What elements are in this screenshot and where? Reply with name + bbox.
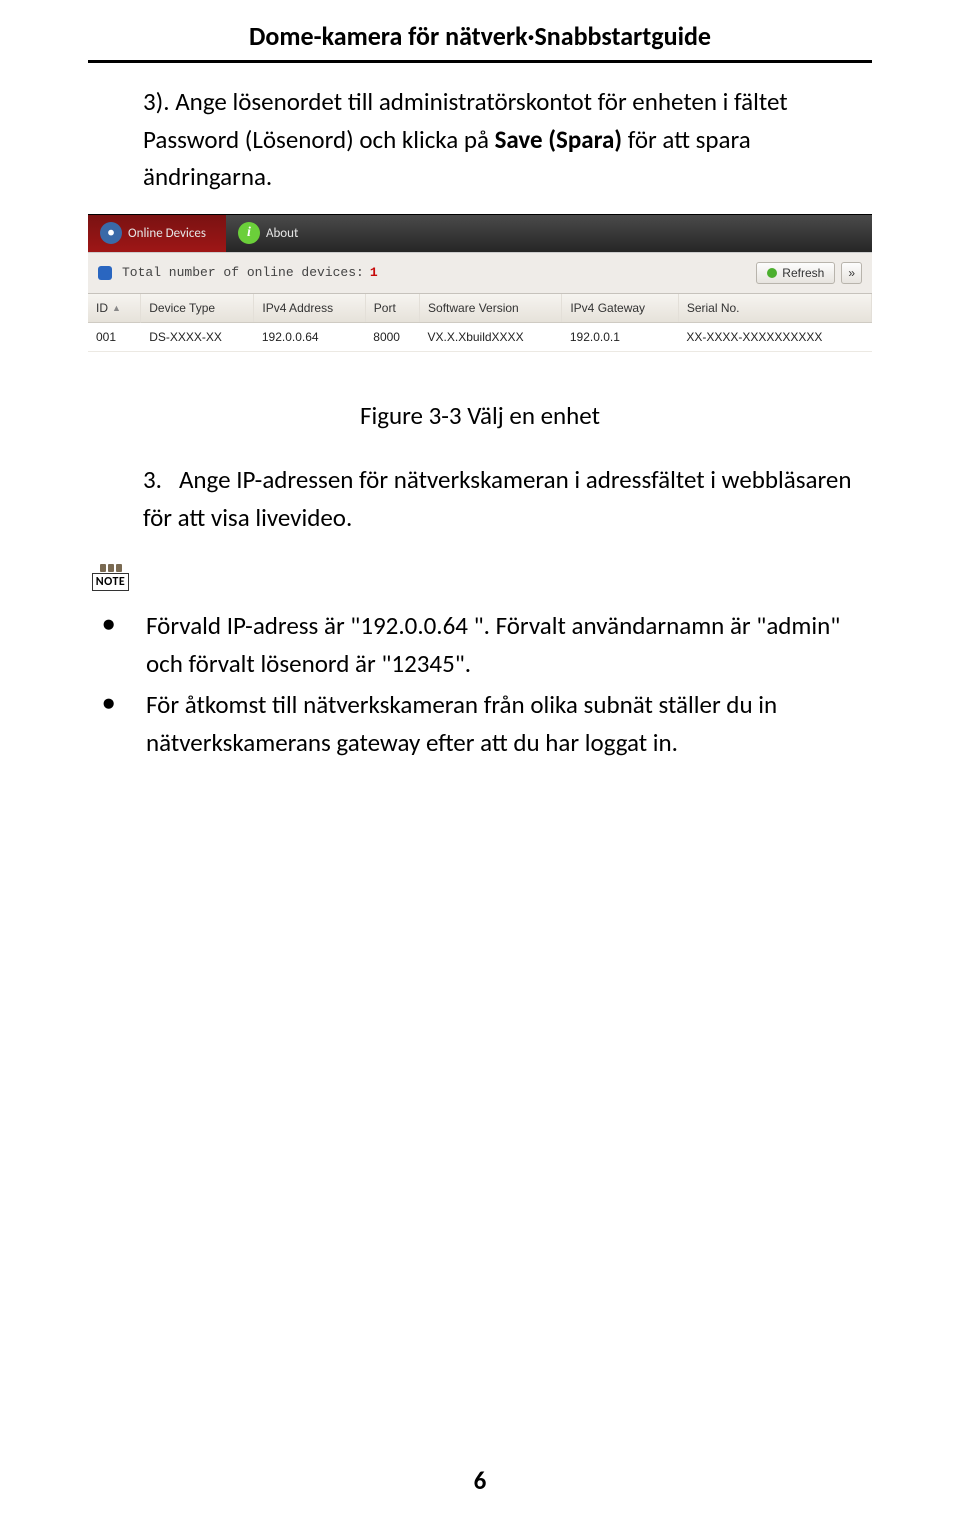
refresh-button[interactable]: Refresh [756,262,835,284]
globe-icon: ● [100,222,122,244]
tab-online-devices-label: Online Devices [128,226,206,241]
tab-about-label: About [266,226,298,241]
total-devices-label: Total number of online devices: [122,265,364,280]
cell-port: 8000 [365,323,419,352]
device-table: ID ▲ Device Type IPv4 Address Port Softwa… [88,294,872,353]
col-software-version[interactable]: Software Version [420,294,562,323]
paragraph-step-3: 3). Ange lösenordet till administratörsk… [143,83,872,196]
sort-asc-icon: ▲ [112,303,121,313]
refresh-icon [767,268,777,278]
tab-about[interactable]: i About [226,215,318,252]
bullet-list: Förvald IP-adress är "192.0.0.64 ". Förv… [102,607,872,761]
note-block: NOTE [88,564,872,591]
note-icon: NOTE [88,564,133,591]
table-row[interactable]: 001 DS-XXXX-XX 192.0.0.64 8000 VX.X.Xbui… [88,323,872,352]
col-serial-no[interactable]: Serial No. [678,294,871,323]
cell-ipv4-gateway: 192.0.0.1 [562,323,678,352]
cell-ipv4-address: 192.0.0.64 [254,323,365,352]
col-port[interactable]: Port [365,294,419,323]
col-ipv4-gateway[interactable]: IPv4 Gateway [562,294,678,323]
toolbar-left: Total number of online devices: 1 [98,265,378,280]
col-ipv4-address[interactable]: IPv4 Address [254,294,365,323]
paragraph-step-ip: 3. Ange IP-adressen för nätverkskameran … [143,461,872,536]
page-number: 6 [0,1465,960,1496]
info-icon: i [238,222,260,244]
para-ip-num: 3. [143,464,162,495]
refresh-label: Refresh [782,266,824,280]
col-id-label: ID [96,301,108,315]
cell-device-type: DS-XXXX-XX [141,323,254,352]
list-item: Förvald IP-adress är "192.0.0.64 ". Förv… [102,607,872,682]
cell-software-version: VX.X.XbuildXXXX [420,323,562,352]
expand-button[interactable]: » [841,262,862,284]
col-device-type[interactable]: Device Type [141,294,254,323]
tab-bar: ● Online Devices i About [88,214,872,252]
figure-caption: Figure 3-3 Välj en enhet [88,400,872,431]
note-label: NOTE [92,573,130,591]
clipboard-icon [100,564,122,572]
para-ip-text: Ange IP-adressen för nätverkskameran i a… [143,464,851,533]
toolbar-right: Refresh » [756,262,862,284]
list-item: För åtkomst till nätverkskameran från ol… [102,686,872,761]
cell-id: 001 [88,323,141,352]
document-title: Dome-kamera för nätverk·Snabbstartguide [88,20,872,63]
col-id[interactable]: ID ▲ [88,294,141,323]
table-header-row: ID ▲ Device Type IPv4 Address Port Softwa… [88,294,872,323]
tab-online-devices[interactable]: ● Online Devices [88,215,226,252]
total-devices-value: 1 [370,265,378,280]
device-count-icon [98,266,112,280]
app-screenshot: ● Online Devices i About Total number of… [88,214,872,353]
cell-serial-no: XX-XXXX-XXXXXXXXXX [678,323,871,352]
toolbar: Total number of online devices: 1 Refres… [88,252,872,294]
para3-bold: Save (Spara) [495,124,628,155]
